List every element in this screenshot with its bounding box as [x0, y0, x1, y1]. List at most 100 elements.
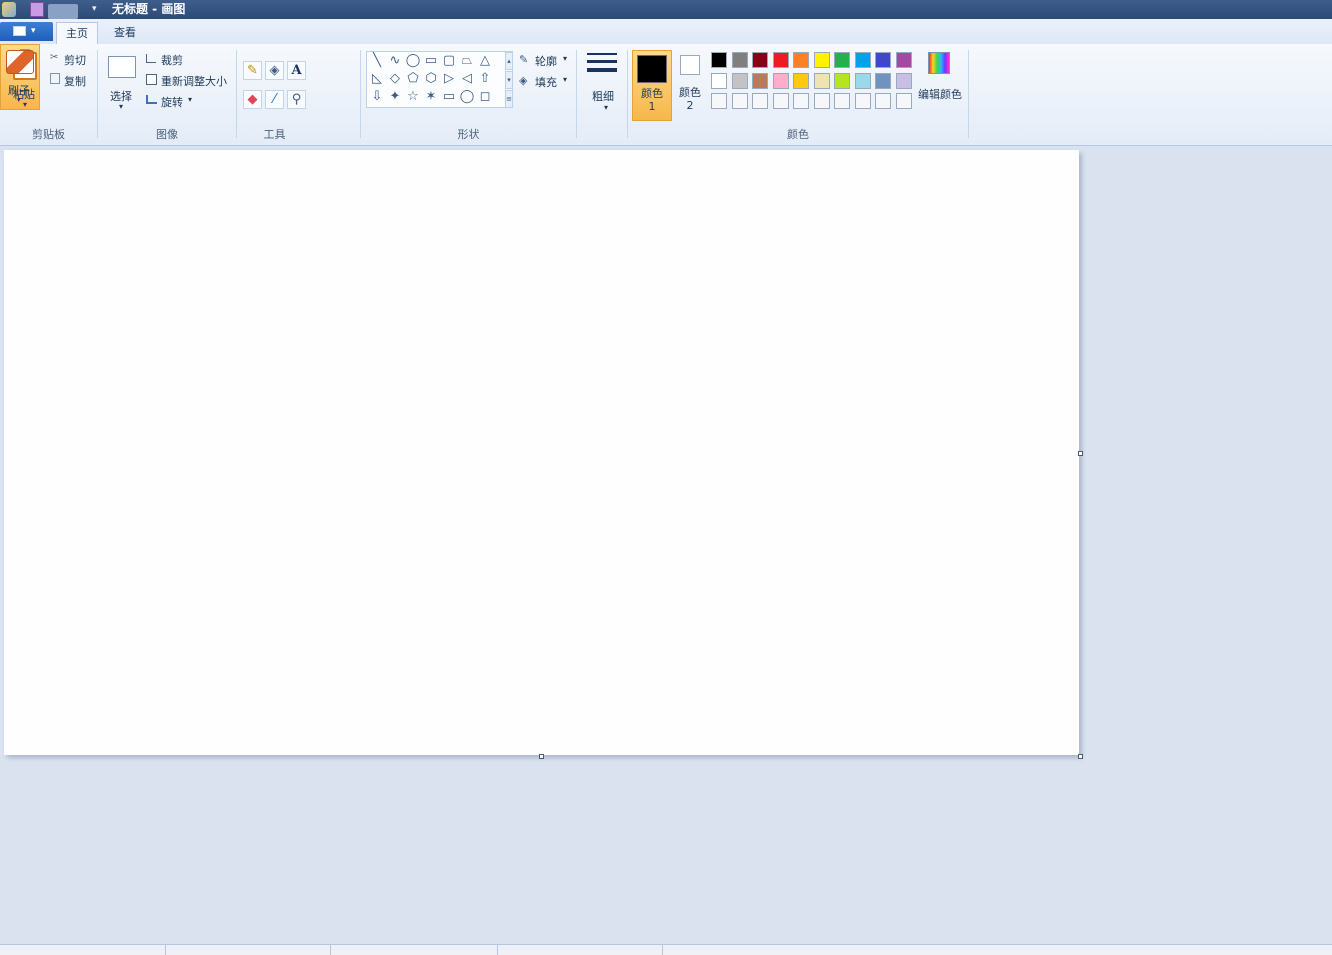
- undo-redo-icon[interactable]: [48, 4, 78, 19]
- shape-right-triangle[interactable]: ◺: [369, 71, 385, 87]
- outline-dropdown-icon[interactable]: ▾: [563, 54, 567, 63]
- copy-button[interactable]: 复制: [64, 73, 86, 89]
- fill-bucket-icon[interactable]: ◈: [265, 61, 284, 80]
- shape-oval[interactable]: ◯: [405, 53, 421, 69]
- shape-four-point-star[interactable]: ✦: [387, 89, 403, 105]
- text-tool-icon[interactable]: A: [287, 61, 306, 80]
- shape-rectangle[interactable]: ▭: [423, 53, 439, 69]
- shape-right-arrow[interactable]: ▷: [441, 71, 457, 87]
- palette-swatch[interactable]: [875, 72, 891, 89]
- shape-hexagon[interactable]: ⬡: [423, 71, 439, 87]
- rotate-dropdown-icon[interactable]: ▾: [188, 95, 192, 104]
- select-dropdown-icon[interactable]: ▾: [119, 102, 123, 111]
- shape-cloud-callout[interactable]: ◻: [477, 89, 493, 105]
- resize-button[interactable]: 重新调整大小: [161, 73, 227, 89]
- shape-diamond[interactable]: ◇: [387, 71, 403, 87]
- palette-swatch[interactable]: [834, 72, 850, 89]
- gallery-expand-icon[interactable]: ≡: [505, 90, 513, 108]
- palette-swatch[interactable]: [895, 93, 912, 109]
- palette-swatch[interactable]: [711, 52, 727, 68]
- magnifier-icon[interactable]: ⚲: [287, 90, 306, 109]
- gallery-scroll-up-icon[interactable]: ▴: [505, 52, 513, 70]
- rotate-button[interactable]: 旋转: [161, 94, 183, 110]
- palette-swatch[interactable]: [772, 52, 789, 68]
- paste-dropdown-icon[interactable]: ▾: [23, 100, 27, 109]
- pencil-icon[interactable]: ✎: [243, 61, 262, 80]
- shape-line[interactable]: ╲: [369, 53, 385, 69]
- eraser-icon[interactable]: ◆: [243, 90, 262, 109]
- palette-swatch[interactable]: [813, 52, 830, 68]
- palette-swatch[interactable]: [752, 52, 768, 68]
- palette-swatch[interactable]: [711, 72, 727, 89]
- resize-handle-bottom[interactable]: [539, 754, 544, 759]
- palette-swatch[interactable]: [731, 93, 748, 109]
- palette-swatch[interactable]: [711, 93, 727, 109]
- color2-button[interactable]: 颜色 2: [675, 50, 705, 121]
- drawing-canvas[interactable]: [4, 150, 1079, 755]
- color1-swatch: [637, 55, 667, 83]
- tab-view[interactable]: 查看: [104, 22, 146, 44]
- edit-colors-icon[interactable]: [928, 52, 950, 74]
- fill-dropdown-icon[interactable]: ▾: [563, 75, 567, 84]
- paint-app-icon[interactable]: [2, 2, 16, 17]
- ribbon: 粘贴 ▾ ✂ 剪切 复制 剪贴板 图像 选择 ▾ 裁剪 重新调整大小 旋转 ▾ …: [0, 44, 1332, 146]
- ribbon-tab-row: ▾ 主页 查看: [0, 19, 1332, 45]
- shapes-gallery: ╲ ∿ ◯ ▭ ▢ ⏢ △ ◺ ◇ ⬠ ⬡ ▷ ◁ ⇧ ⇩ ✦ ☆ ✶ ▭ ◯ …: [366, 51, 513, 108]
- palette-swatch[interactable]: [875, 52, 891, 68]
- shape-five-point-star[interactable]: ☆: [405, 89, 421, 105]
- colors-group-label: 颜色: [787, 128, 809, 141]
- shape-left-arrow[interactable]: ◁: [459, 71, 475, 87]
- palette-swatch[interactable]: [793, 52, 809, 68]
- palette-swatch[interactable]: [854, 52, 871, 68]
- shape-six-point-star[interactable]: ✶: [423, 89, 439, 105]
- crop-button[interactable]: 裁剪: [161, 52, 183, 68]
- save-icon[interactable]: [30, 2, 44, 17]
- palette-swatch[interactable]: [731, 52, 748, 68]
- shape-rect-callout[interactable]: ▭: [441, 89, 457, 105]
- shape-rounded-rectangle[interactable]: ▢: [441, 53, 457, 69]
- color1-button[interactable]: 颜色 1: [632, 50, 672, 121]
- fill-button[interactable]: 填充: [535, 74, 557, 90]
- palette-swatch[interactable]: [895, 52, 912, 68]
- clipboard-group-label: 剪贴板: [32, 128, 65, 141]
- palette-swatch[interactable]: [772, 93, 789, 109]
- palette-swatch[interactable]: [793, 72, 809, 89]
- palette-swatch[interactable]: [854, 93, 871, 109]
- shape-up-arrow[interactable]: ⇧: [477, 71, 493, 87]
- size-dropdown-icon[interactable]: ▾: [604, 103, 608, 112]
- palette-swatch[interactable]: [875, 93, 891, 109]
- shape-curve[interactable]: ∿: [387, 53, 403, 69]
- shape-triangle[interactable]: △: [477, 53, 493, 69]
- color-picker-icon[interactable]: ⁄: [265, 90, 284, 109]
- group-divider: [968, 50, 969, 138]
- gallery-scroll-down-icon[interactable]: ▾: [505, 71, 513, 89]
- shape-oval-callout[interactable]: ◯: [459, 89, 475, 105]
- shape-polygon[interactable]: ⏢: [459, 53, 475, 69]
- tab-home[interactable]: 主页: [56, 22, 98, 44]
- palette-swatch[interactable]: [731, 72, 748, 89]
- rotate-icon: [146, 95, 157, 104]
- palette-swatch[interactable]: [752, 93, 768, 109]
- palette-swatch[interactable]: [854, 72, 871, 89]
- palette-swatch[interactable]: [895, 72, 912, 89]
- palette-swatch[interactable]: [834, 93, 850, 109]
- shape-down-arrow[interactable]: ⇩: [369, 89, 385, 105]
- shape-pentagon[interactable]: ⬠: [405, 71, 421, 87]
- resize-handle-corner[interactable]: [1078, 754, 1083, 759]
- cut-button[interactable]: 剪切: [64, 52, 86, 68]
- palette-swatch[interactable]: [813, 93, 830, 109]
- size-button[interactable]: 粗细: [592, 88, 614, 104]
- palette-swatch[interactable]: [772, 72, 789, 89]
- file-menu-icon: [13, 26, 26, 36]
- palette-swatch[interactable]: [834, 52, 850, 68]
- resize-handle-right[interactable]: [1078, 451, 1083, 456]
- palette-swatch[interactable]: [813, 72, 830, 89]
- palette-swatch[interactable]: [752, 72, 768, 89]
- quick-access-dropdown-icon[interactable]: ▾: [92, 2, 102, 17]
- palette-swatch[interactable]: [793, 93, 809, 109]
- size-lines-icon[interactable]: [587, 53, 617, 77]
- outline-button[interactable]: 轮廓: [535, 53, 557, 69]
- select-icon[interactable]: [108, 56, 136, 78]
- edit-colors-button[interactable]: 编辑颜色: [918, 86, 962, 102]
- file-menu-button[interactable]: ▾: [0, 22, 53, 41]
